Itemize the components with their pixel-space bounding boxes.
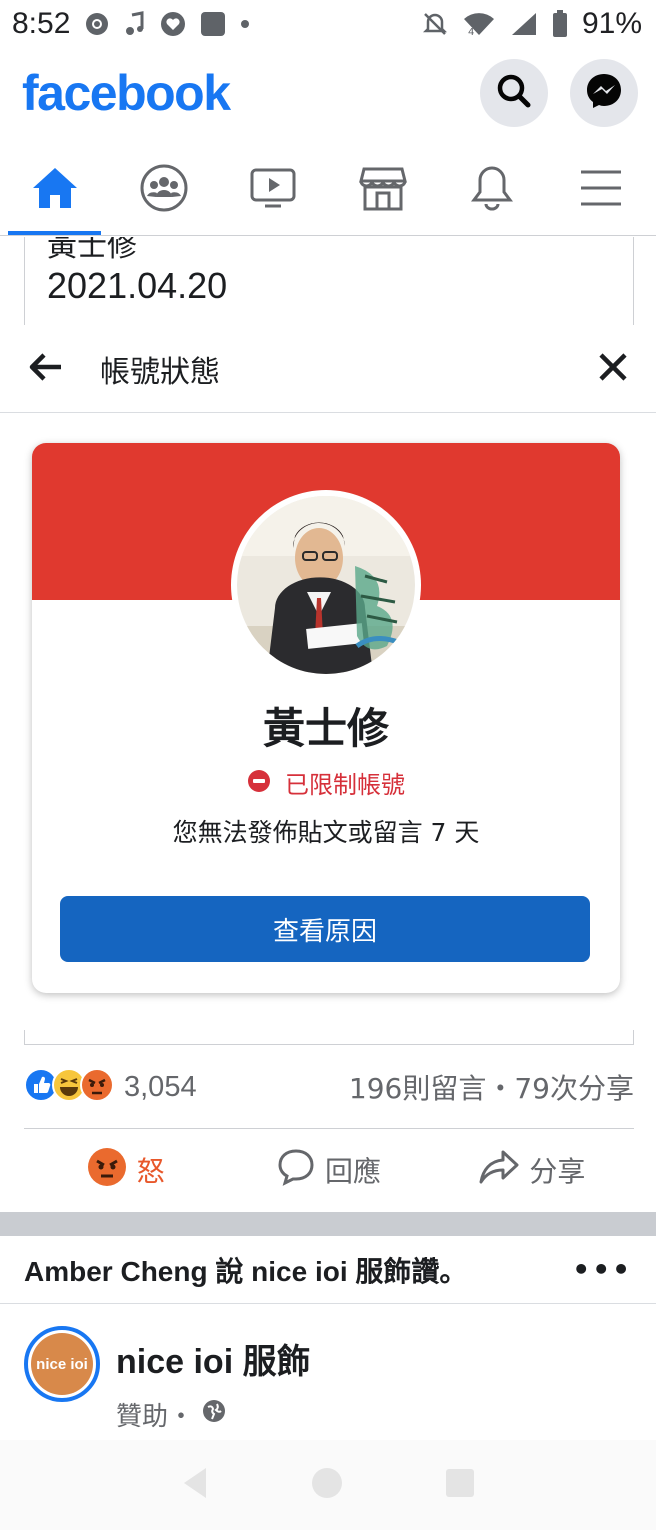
- chrome-icon: [84, 11, 110, 37]
- like-icon: [24, 1068, 58, 1106]
- status-bar: 8:52 4 91%: [0, 0, 656, 48]
- profile-name: 黃士修: [262, 704, 389, 753]
- page-logo-text: nice ioi: [31, 1333, 93, 1395]
- search-button[interactable]: [480, 59, 548, 127]
- post-snippet: 黃士修 2021.04.20: [24, 237, 634, 325]
- nav-tabs: [0, 144, 656, 236]
- search-icon: [494, 71, 534, 115]
- more-notifications-dot-icon: [240, 19, 250, 29]
- avatar-photo: [237, 496, 415, 674]
- restriction-status: 已限制帳號: [32, 765, 620, 800]
- comment-label: 回應: [324, 1155, 381, 1188]
- share-label: 分享: [529, 1155, 586, 1188]
- feed-separator: [0, 1212, 656, 1236]
- activity-text: Amber Cheng 說 nice ioi 服飾讚。: [24, 1255, 468, 1287]
- restricted-icon: [247, 769, 271, 797]
- profile-avatar: [231, 490, 421, 680]
- haha-icon: [52, 1068, 86, 1106]
- angry-face-icon: [87, 1147, 127, 1194]
- restriction-label: 已限制帳號: [285, 771, 405, 799]
- page-logo[interactable]: nice ioi: [24, 1326, 100, 1402]
- post-actions: 怒 回應 分享: [24, 1130, 634, 1210]
- more-options-icon[interactable]: •••: [572, 1253, 632, 1286]
- sponsored-post-header: nice ioi nice ioi 服飾 贊助・: [24, 1322, 634, 1432]
- tab-groups[interactable]: [109, 144, 218, 235]
- tab-menu[interactable]: [547, 144, 656, 235]
- hamburger-icon: [579, 168, 623, 212]
- bell-icon: [470, 164, 514, 216]
- sheet-title: 帳號狀態: [100, 354, 220, 390]
- svg-text:4: 4: [468, 27, 474, 37]
- status-time: 8:52: [12, 7, 71, 40]
- account-status-header: 帳號狀態: [0, 325, 656, 413]
- comment-icon: [277, 1148, 315, 1193]
- angry-icon: [80, 1068, 114, 1106]
- reaction-summary[interactable]: 3,054: [24, 1068, 197, 1106]
- snippet-date: 2021.04.20: [47, 265, 228, 306]
- view-reason-button[interactable]: 查看原因: [60, 896, 590, 962]
- reaction-button[interactable]: 怒: [24, 1147, 227, 1194]
- sponsored-label: 贊助・: [116, 1396, 226, 1433]
- comment-share-counts[interactable]: 196則留言・79次分享: [349, 1067, 634, 1107]
- battery-percent: 91%: [581, 7, 642, 40]
- back-nav-icon[interactable]: [180, 1466, 210, 1504]
- comment-button[interactable]: 回應: [227, 1148, 430, 1193]
- friend-activity: Amber Cheng 說 nice ioi 服飾讚。 •••: [0, 1236, 656, 1304]
- close-icon[interactable]: [598, 352, 628, 386]
- system-nav-bar: [0, 1440, 656, 1530]
- battery-icon: [552, 10, 568, 38]
- facebook-logo[interactable]: facebook: [22, 64, 231, 122]
- snippet-author: 黃士修: [47, 237, 137, 264]
- messenger-button[interactable]: [570, 59, 638, 127]
- reaction-stats: 3,054 196則留言・79次分享: [24, 1062, 634, 1112]
- store-icon: [358, 165, 407, 215]
- heart-app-icon: [160, 11, 186, 37]
- video-icon: [249, 166, 297, 214]
- account-status-card: 黃士修 已限制帳號 您無法發佈貼文或留言 7 天 查看原因: [32, 443, 620, 993]
- home-icon: [31, 166, 79, 214]
- tab-marketplace[interactable]: [328, 144, 437, 235]
- groups-icon: [139, 163, 189, 217]
- wifi-icon: 4: [462, 11, 496, 37]
- sponsored-text: 贊助・: [116, 1402, 195, 1432]
- recents-nav-icon[interactable]: [444, 1467, 476, 1503]
- home-nav-icon[interactable]: [310, 1466, 344, 1504]
- music-icon: [124, 11, 146, 37]
- post-box-edge: [24, 1030, 634, 1045]
- share-icon: [479, 1149, 519, 1192]
- reaction-count: 3,054: [124, 1070, 197, 1103]
- page-name[interactable]: nice ioi 服飾: [116, 1334, 311, 1383]
- app-header: facebook: [0, 48, 656, 138]
- reaction-label: 怒: [136, 1155, 165, 1188]
- share-button[interactable]: 分享: [431, 1149, 634, 1192]
- mute-icon: [422, 11, 448, 37]
- back-arrow-icon[interactable]: [28, 352, 64, 386]
- messenger-icon: [584, 71, 624, 115]
- tab-home[interactable]: [0, 144, 109, 235]
- globe-icon: [202, 1399, 226, 1430]
- tab-notifications[interactable]: [437, 144, 546, 235]
- signal-icon: [510, 11, 538, 37]
- divider: [24, 1128, 634, 1129]
- app-square-icon: [200, 11, 226, 37]
- tab-watch[interactable]: [219, 144, 328, 235]
- restriction-description: 您無法發佈貼文或留言 7 天: [172, 818, 480, 847]
